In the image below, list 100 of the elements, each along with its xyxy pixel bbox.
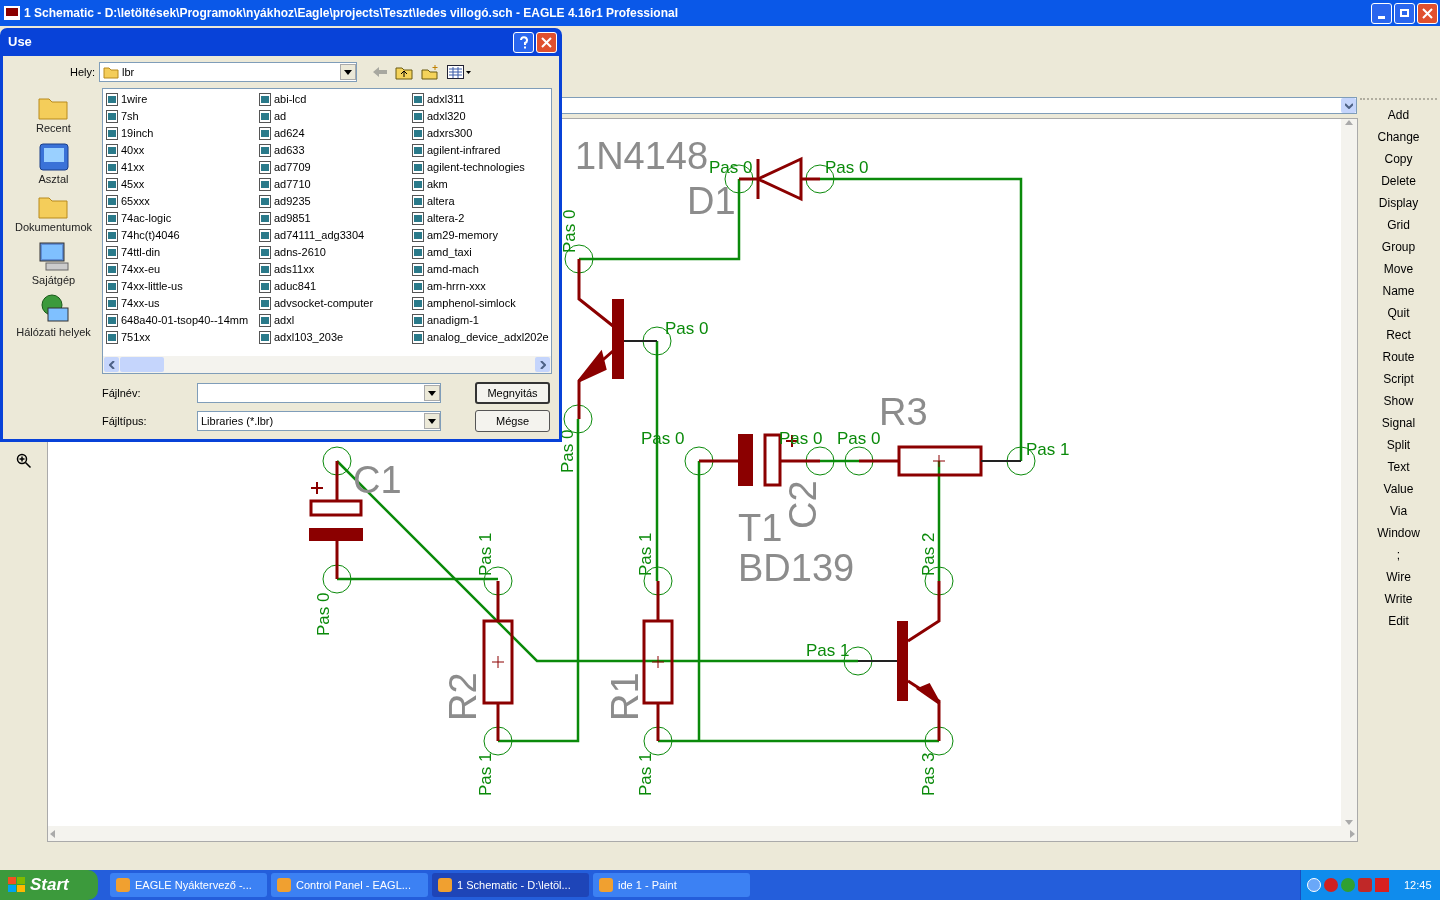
minimize-button[interactable] [1371, 2, 1392, 24]
close-button[interactable] [1417, 2, 1438, 24]
view-menu-icon[interactable] [447, 65, 471, 79]
scroll-left-icon[interactable] [104, 357, 119, 372]
filename-combobox[interactable] [197, 383, 441, 403]
command-button[interactable]: Display [1357, 192, 1440, 214]
library-file-item[interactable]: 40xx [106, 142, 259, 159]
library-file-item[interactable]: 45xx [106, 176, 259, 193]
library-file-item[interactable]: 65xxx [106, 193, 259, 210]
command-button[interactable]: Delete [1357, 170, 1440, 192]
command-button[interactable]: Group [1357, 236, 1440, 258]
help-button[interactable] [513, 31, 534, 53]
library-file-item[interactable]: amphenol-simlock [412, 295, 552, 312]
library-file-item[interactable]: 74hc(t)4046 [106, 227, 259, 244]
command-button[interactable]: Quit [1357, 302, 1440, 324]
library-file-item[interactable]: 41xx [106, 159, 259, 176]
library-file-item[interactable]: ad624 [259, 125, 412, 142]
command-button[interactable]: Via [1357, 500, 1440, 522]
horizontal-scrollbar[interactable] [103, 356, 551, 373]
library-file-item[interactable]: agilent-technologies [412, 159, 552, 176]
library-file-item[interactable]: adns-2610 [259, 244, 412, 261]
library-file-item[interactable]: ad7709 [259, 159, 412, 176]
library-file-item[interactable]: adxl103_203e [259, 329, 412, 346]
command-button[interactable]: Change [1357, 126, 1440, 148]
command-button[interactable]: Name [1357, 280, 1440, 302]
command-button[interactable]: ; [1357, 544, 1440, 566]
library-file-item[interactable]: 74xx-us [106, 295, 259, 312]
toolbar-grip[interactable] [1360, 98, 1437, 101]
command-button[interactable]: Signal [1357, 412, 1440, 434]
taskbar-button[interactable]: EAGLE Nyáktervező -... [110, 873, 267, 897]
up-folder-icon[interactable] [395, 64, 413, 80]
library-file-item[interactable]: 74xx-eu [106, 261, 259, 278]
library-file-item[interactable]: akm [412, 176, 552, 193]
command-button[interactable]: Route [1357, 346, 1440, 368]
zoom-icon[interactable] [15, 453, 32, 469]
library-file-item[interactable]: altera [412, 193, 552, 210]
command-button[interactable]: Move [1357, 258, 1440, 280]
taskbar-button[interactable]: 1 Schematic - D:\letöl... [432, 873, 589, 897]
library-file-item[interactable]: aduc841 [259, 278, 412, 295]
library-file-item[interactable]: 648a40-01-tsop40--14mm [106, 312, 259, 329]
library-file-item[interactable]: 1wire [106, 91, 259, 108]
new-folder-icon[interactable] [421, 64, 439, 80]
command-button[interactable]: Show [1357, 390, 1440, 412]
library-file-item[interactable]: 74ttl-din [106, 244, 259, 261]
scroll-left-icon[interactable] [50, 829, 55, 838]
command-button[interactable]: Grid [1357, 214, 1440, 236]
library-file-item[interactable]: 19inch [106, 125, 259, 142]
taskbar-button[interactable]: ide 1 - Paint [593, 873, 750, 897]
library-file-item[interactable]: adxl311 [412, 91, 552, 108]
start-button[interactable]: Start [0, 870, 98, 900]
command-button[interactable]: Window [1357, 522, 1440, 544]
library-file-item[interactable]: anadigm-1 [412, 312, 552, 329]
scroll-thumb[interactable] [120, 357, 164, 372]
library-file-item[interactable]: am29-memory [412, 227, 552, 244]
tray-expand-icon[interactable] [1307, 878, 1321, 892]
dialog-button[interactable]: Mégse [475, 410, 550, 432]
command-button[interactable]: Value [1357, 478, 1440, 500]
scroll-right-icon[interactable] [535, 357, 550, 372]
tray-icon[interactable] [1324, 878, 1338, 892]
command-button[interactable]: Add [1357, 104, 1440, 126]
command-button[interactable]: Copy [1357, 148, 1440, 170]
library-file-item[interactable]: 751xx [106, 329, 259, 346]
library-file-item[interactable]: ad633 [259, 142, 412, 159]
library-file-item[interactable]: amd-mach [412, 261, 552, 278]
folder-icon [103, 65, 119, 79]
library-file-item[interactable]: ad9851 [259, 210, 412, 227]
library-file-item[interactable]: analog_device_adxl202e [412, 329, 552, 346]
taskbar-button[interactable]: Control Panel - EAGL... [271, 873, 428, 897]
dialog-button[interactable]: Megnyitás [475, 382, 550, 404]
library-file-item[interactable]: amd_taxi [412, 244, 552, 261]
library-file-item[interactable]: ad74111_adg3304 [259, 227, 412, 244]
scroll-right-icon[interactable] [1350, 829, 1355, 838]
library-file-item[interactable]: am-hrrn-xxx [412, 278, 552, 295]
filetype-combobox[interactable]: Libraries (*.lbr) [197, 411, 441, 431]
close-button[interactable] [536, 31, 557, 53]
horizontal-scrollbar[interactable] [48, 826, 1357, 841]
library-file-item[interactable]: agilent-infrared [412, 142, 552, 159]
library-file-item[interactable]: ad9235 [259, 193, 412, 210]
command-button[interactable]: Rect [1357, 324, 1440, 346]
library-file-icon [106, 110, 118, 123]
library-file-item[interactable]: adxrs300 [412, 125, 552, 142]
library-file-item[interactable]: adxl [259, 312, 412, 329]
command-button[interactable]: Wire [1357, 566, 1440, 588]
back-arrow-icon[interactable] [373, 66, 387, 78]
command-button[interactable]: Edit [1357, 610, 1440, 632]
library-file-item[interactable]: altera-2 [412, 210, 552, 227]
command-button[interactable]: Script [1357, 368, 1440, 390]
library-file-item[interactable]: 74xx-little-us [106, 278, 259, 295]
restore-button[interactable] [1394, 2, 1415, 24]
library-file-item[interactable]: 74ac-logic [106, 210, 259, 227]
command-button[interactable]: Text [1357, 456, 1440, 478]
location-combobox[interactable]: lbr [99, 62, 357, 82]
library-file-item[interactable]: advsocket-computer [259, 295, 412, 312]
command-button[interactable]: Split [1357, 434, 1440, 456]
library-file-item[interactable]: ads11xx [259, 261, 412, 278]
library-file-item[interactable]: ad7710 [259, 176, 412, 193]
library-file-item[interactable]: abi-lcd [259, 91, 412, 108]
command-button[interactable]: Write [1357, 588, 1440, 610]
scroll-up-icon[interactable] [1345, 120, 1353, 125]
vertical-scrollbar[interactable] [1341, 119, 1357, 826]
